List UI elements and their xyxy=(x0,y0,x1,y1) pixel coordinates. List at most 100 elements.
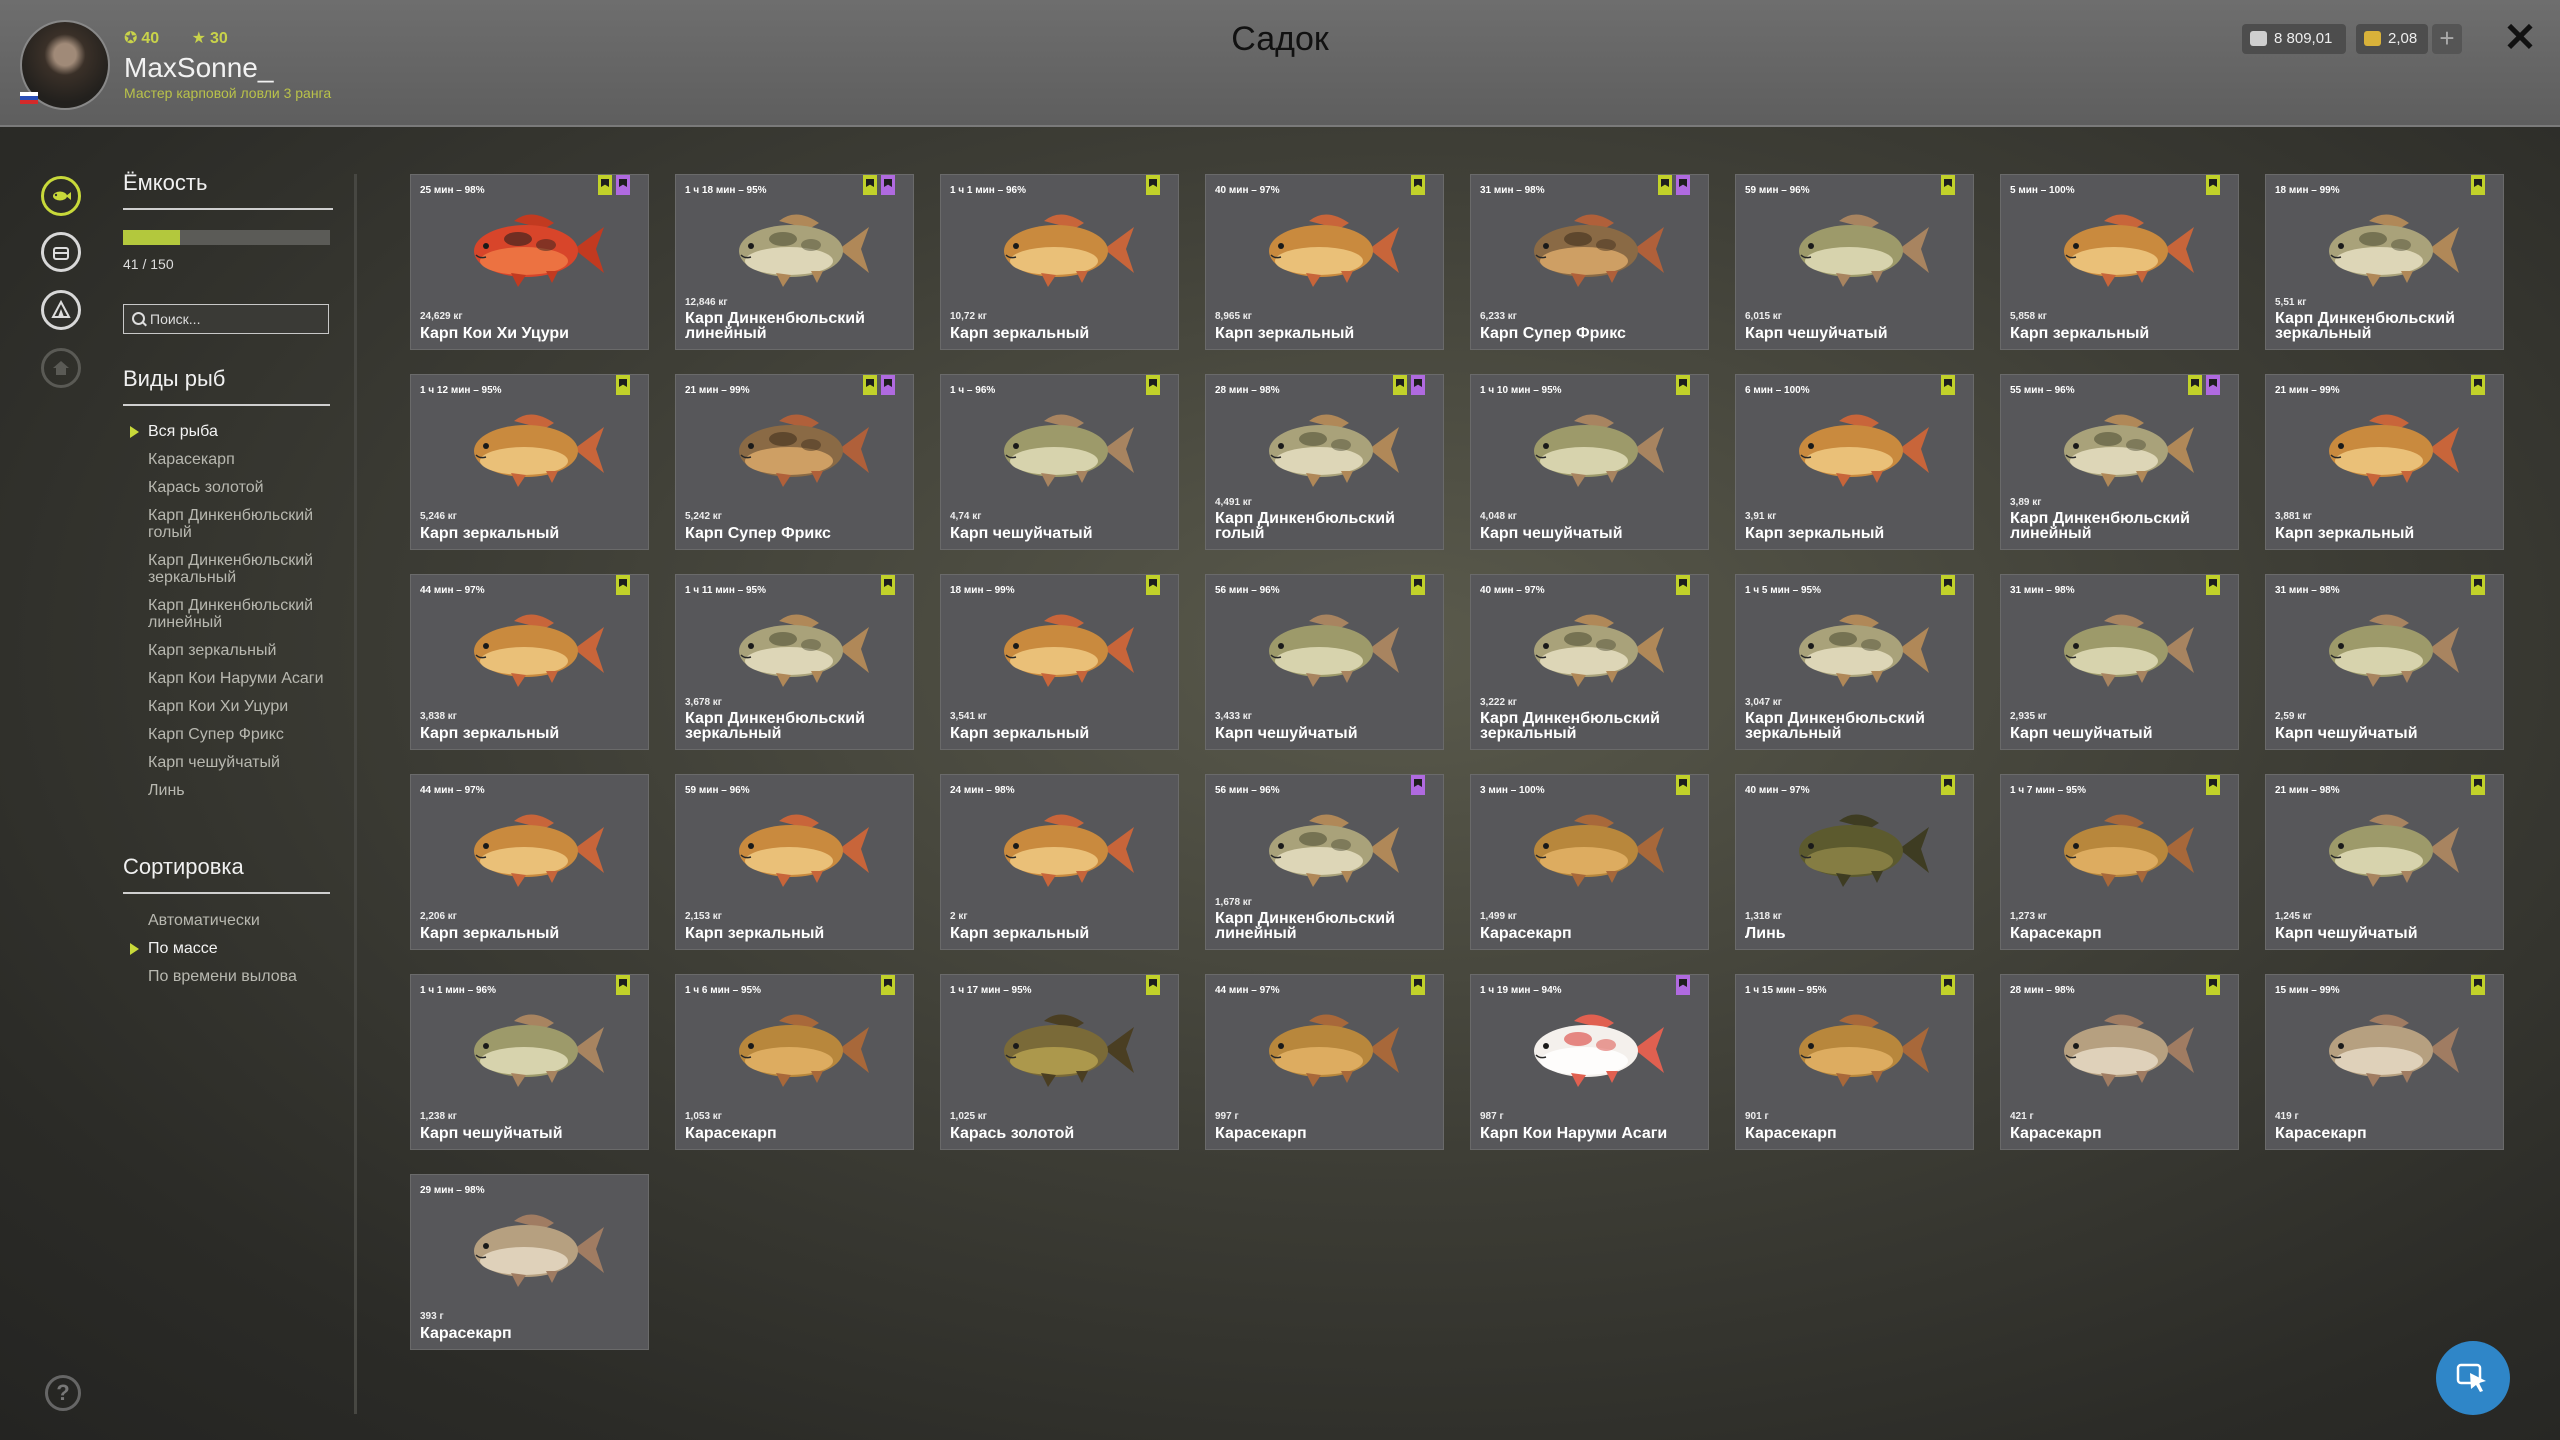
species-filter-item[interactable]: Карп Динкенбюльский линейный xyxy=(148,597,348,631)
tent-icon[interactable] xyxy=(41,290,81,330)
fish-card[interactable]: 31 мин – 98% 2,59 кг Карп чешуйчатый xyxy=(2265,574,2504,750)
fish-card[interactable]: 24 мин – 98% 2 кг Карп зеркальный xyxy=(940,774,1179,950)
fish-name: Карп зеркальный xyxy=(685,925,825,942)
fish-card[interactable]: 1 ч 10 мин – 95% 4,048 кг Карп чешуйчатый xyxy=(1470,374,1709,550)
trophy-bookmark-icon xyxy=(598,175,612,195)
capacity-title: Ёмкость xyxy=(123,170,208,195)
species-filter-item[interactable]: Карась золотой xyxy=(148,479,348,496)
fish-card[interactable]: 1 ч 11 мин – 95% 3,678 кг Карп Динкенбюльс… xyxy=(675,574,914,750)
catch-time-quality: 44 мин – 97% xyxy=(420,785,485,796)
fish-card[interactable]: 25 мин – 98% 24,629 кг Карп Кои Хи Уцури xyxy=(410,174,649,350)
fish-card[interactable]: 21 мин – 99% 5,242 кг Карп Супер Фрикс xyxy=(675,374,914,550)
fish-card[interactable]: 21 мин – 99% 3,881 кг Карп зеркальный xyxy=(2265,374,2504,550)
fish-weight: 1,053 кг xyxy=(685,1111,722,1122)
add-currency-button[interactable]: + xyxy=(2432,24,2462,54)
fish-card[interactable]: 1 ч 18 мин – 95% 12,846 кг Карп Динкенбюль… xyxy=(675,174,914,350)
sort-option-item[interactable]: Автоматически xyxy=(148,912,348,929)
species-filter-item[interactable]: Карп Динкенбюльский зеркальный xyxy=(148,552,348,586)
fish-card[interactable]: 40 мин – 97% 8,965 кг Карп зеркальный xyxy=(1205,174,1444,350)
species-filter-item[interactable]: Карасекарп xyxy=(148,451,348,468)
help-icon[interactable]: ? xyxy=(45,1375,81,1411)
sort-option-item[interactable]: По времени вылова xyxy=(148,968,348,985)
fish-card[interactable]: 1 ч 7 мин – 95% 1,273 кг Карасекарп xyxy=(2000,774,2239,950)
catch-time-quality: 18 мин – 99% xyxy=(950,585,1015,596)
fish-name: Карп зеркальный xyxy=(1745,525,1885,542)
fish-image xyxy=(1269,814,1399,887)
catch-time-quality: 44 мин – 97% xyxy=(420,585,485,596)
fish-card[interactable]: 56 мин – 96% 1,678 кг Карп Динкенбюльский … xyxy=(1205,774,1444,950)
search-input[interactable]: Поиск... xyxy=(123,304,329,334)
fish-card[interactable]: 1 ч 19 мин – 94% 987 г Карп Кои Наруми Аса… xyxy=(1470,974,1709,1150)
fish-card[interactable]: 55 мин – 96% 3,89 кг Карп Динкенбюльский л… xyxy=(2000,374,2239,550)
species-filter-item[interactable]: Карп чешуйчатый xyxy=(148,754,348,771)
trophy-bookmark-icon xyxy=(1146,575,1160,595)
basket-icon[interactable] xyxy=(41,232,81,272)
fish-card[interactable]: 1 ч 5 мин – 95% 3,047 кг Карп Динкенбюльск… xyxy=(1735,574,1974,750)
fish-card[interactable]: 29 мин – 98% 393 г Карасекарп xyxy=(410,1174,649,1350)
fish-card[interactable]: 1 ч – 96% 4,74 кг Карп чешуйчатый xyxy=(940,374,1179,550)
fish-image xyxy=(739,614,869,687)
fish-card[interactable]: 44 мин – 97% 3,838 кг Карп зеркальный xyxy=(410,574,649,750)
fish-card[interactable]: 1 ч 6 мин – 95% 1,053 кг Карасекарп xyxy=(675,974,914,1150)
species-filter-item[interactable]: Вся рыба xyxy=(130,423,348,440)
fish-card[interactable]: 28 мин – 98% 421 г Карасекарп xyxy=(2000,974,2239,1150)
unique-bookmark-icon xyxy=(881,175,895,195)
fish-weight: 4,048 кг xyxy=(1480,511,1517,522)
fish-weight: 3,047 кг xyxy=(1745,697,1782,708)
close-icon[interactable]: ✕ xyxy=(2502,18,2538,58)
fish-card[interactable]: 31 мин – 98% 2,935 кг Карп чешуйчатый xyxy=(2000,574,2239,750)
catch-time-quality: 31 мин – 98% xyxy=(2010,585,2075,596)
fish-card[interactable]: 1 ч 1 мин – 96% 1,238 кг Карп чешуйчатый xyxy=(410,974,649,1150)
keepnet-fish-icon[interactable] xyxy=(41,176,81,216)
fish-weight: 901 г xyxy=(1745,1111,1769,1122)
fish-name: Карп чешуйчатый xyxy=(1480,525,1623,542)
species-filter-item[interactable]: Карп Кои Хи Уцури xyxy=(148,698,348,715)
fish-image xyxy=(2329,214,2459,287)
species-filter-item[interactable]: Линь xyxy=(148,782,348,799)
catch-time-quality: 1 ч 15 мин – 95% xyxy=(1745,985,1827,996)
fish-weight: 3,881 кг xyxy=(2275,511,2312,522)
cursor-mode-button[interactable] xyxy=(2436,1341,2510,1415)
catch-time-quality: 1 ч 12 мин – 95% xyxy=(420,385,502,396)
fish-card[interactable]: 3 мин – 100% 1,499 кг Карасекарп xyxy=(1470,774,1709,950)
fish-name: Карп Динкенбюльский линейный xyxy=(1215,910,1395,942)
fish-card[interactable]: 59 мин – 96% 2,153 кг Карп зеркальный xyxy=(675,774,914,950)
fish-card[interactable]: 56 мин – 96% 3,433 кг Карп чешуйчатый xyxy=(1205,574,1444,750)
species-filter-item[interactable]: Карп зеркальный xyxy=(148,642,348,659)
species-filter-item[interactable]: Карп Динкенбюльский голый xyxy=(148,507,348,541)
catch-time-quality: 18 мин – 99% xyxy=(2275,185,2340,196)
fish-card[interactable]: 6 мин – 100% 3,91 кг Карп зеркальный xyxy=(1735,374,1974,550)
catch-time-quality: 1 ч 11 мин – 95% xyxy=(685,585,766,596)
fish-weight: 3,433 кг xyxy=(1215,711,1252,722)
trophy-bookmark-icon xyxy=(2206,775,2220,795)
fish-card[interactable]: 15 мин – 99% 419 г Карасекарп xyxy=(2265,974,2504,1150)
fish-card[interactable]: 31 мин – 98% 6,233 кг Карп Супер Фрикс xyxy=(1470,174,1709,350)
fish-card[interactable]: 5 мин – 100% 5,858 кг Карп зеркальный xyxy=(2000,174,2239,350)
fish-image xyxy=(1269,1014,1399,1087)
species-filter-item[interactable]: Карп Кои Наруми Асаги xyxy=(148,670,348,687)
trophy-bookmark-icon xyxy=(2471,775,2485,795)
fish-card[interactable]: 1 ч 15 мин – 95% 901 г Карасекарп xyxy=(1735,974,1974,1150)
trophy-bookmark-icon xyxy=(616,975,630,995)
fish-card[interactable]: 1 ч 12 мин – 95% 5,246 кг Карп зеркальный xyxy=(410,374,649,550)
fish-image xyxy=(1799,214,1929,287)
trophy-bookmark-icon xyxy=(881,575,895,595)
fish-name: Карп Динкенбюльский линейный xyxy=(2010,510,2190,542)
catch-time-quality: 59 мин – 96% xyxy=(685,785,750,796)
fish-card[interactable]: 44 мин – 97% 997 г Карасекарп xyxy=(1205,974,1444,1150)
fish-card[interactable]: 21 мин – 98% 1,245 кг Карп чешуйчатый xyxy=(2265,774,2504,950)
fish-card[interactable]: 18 мин – 99% 5,51 кг Карп Динкенбюльский з… xyxy=(2265,174,2504,350)
fish-card[interactable]: 1 ч 17 мин – 95% 1,025 кг Карась золотой xyxy=(940,974,1179,1150)
fish-card[interactable]: 1 ч 1 мин – 96% 10,72 кг Карп зеркальный xyxy=(940,174,1179,350)
catch-time-quality: 24 мин – 98% xyxy=(950,785,1015,796)
fish-card[interactable]: 40 мин – 97% 3,222 кг Карп Динкенбюльский … xyxy=(1470,574,1709,750)
fish-image xyxy=(1004,414,1134,487)
trophy-bookmark-icon xyxy=(1146,175,1160,195)
sort-option-item[interactable]: По массе xyxy=(130,940,348,957)
fish-card[interactable]: 44 мин – 97% 2,206 кг Карп зеркальный xyxy=(410,774,649,950)
fish-card[interactable]: 28 мин – 98% 4,491 кг Карп Динкенбюльский … xyxy=(1205,374,1444,550)
fish-card[interactable]: 59 мин – 96% 6,015 кг Карп чешуйчатый xyxy=(1735,174,1974,350)
species-filter-item[interactable]: Карп Супер Фрикс xyxy=(148,726,348,743)
fish-card[interactable]: 18 мин – 99% 3,541 кг Карп зеркальный xyxy=(940,574,1179,750)
fish-card[interactable]: 40 мин – 97% 1,318 кг Линь xyxy=(1735,774,1974,950)
